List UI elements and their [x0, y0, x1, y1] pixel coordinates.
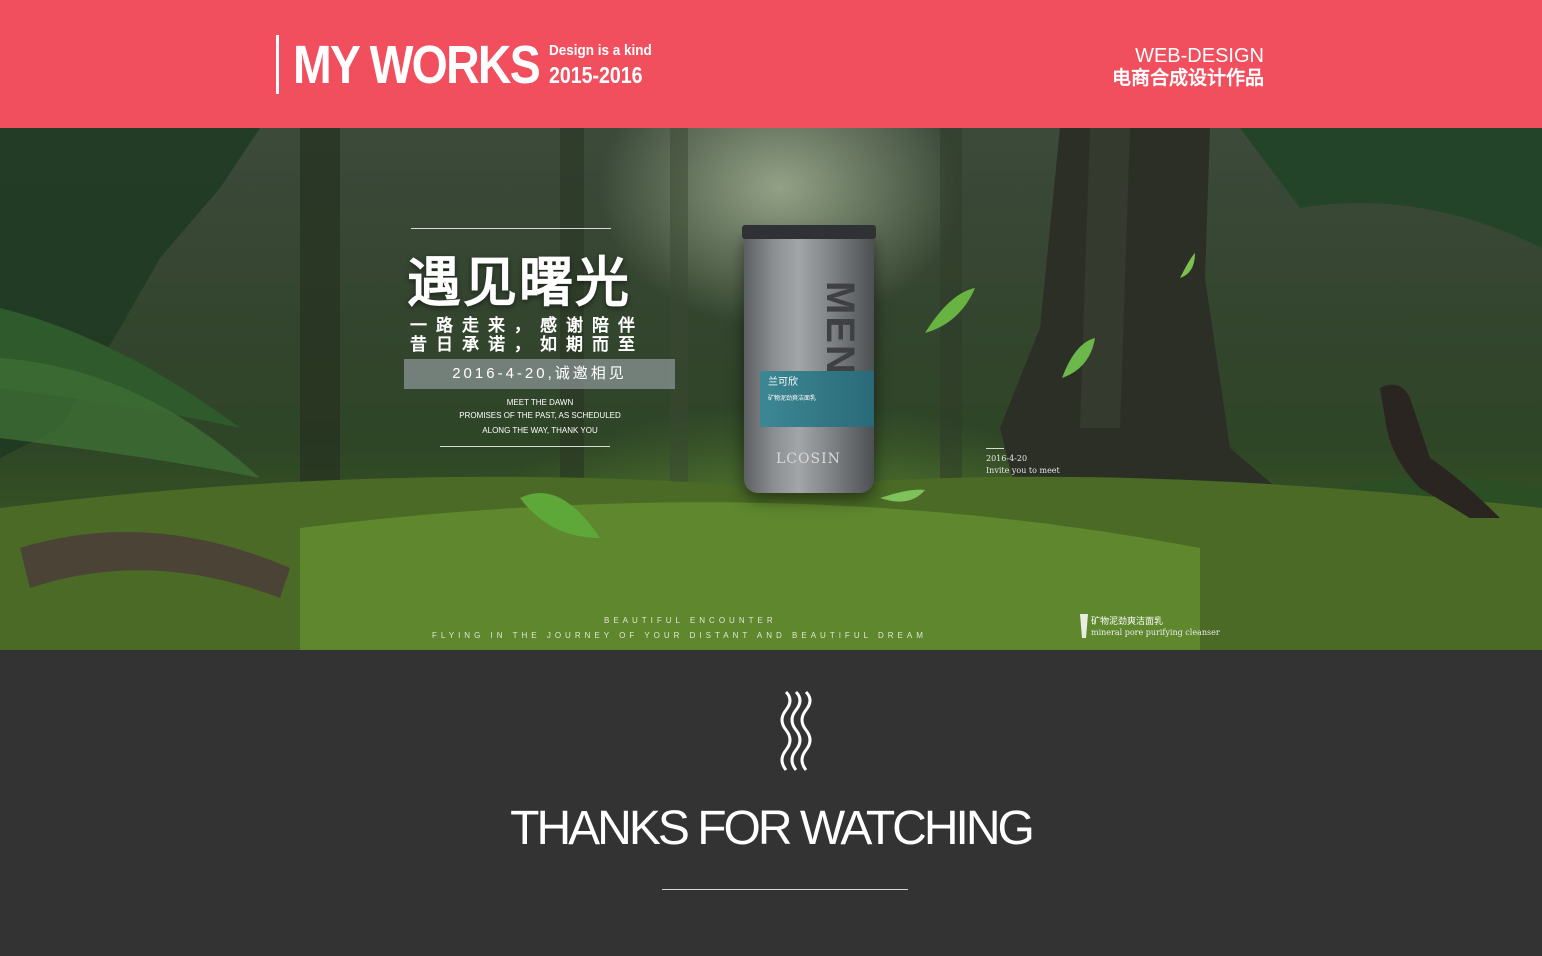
tube-cap [742, 225, 876, 239]
banner-line-2: 昔日承诺，如期而至 [410, 335, 644, 354]
banner-headline: 遇见曙光 [407, 250, 631, 314]
product-banner: 遇见曙光 一路走来，感谢陪伴 昔日承诺，如期而至 2016-4-20,诚邀相见 … [0, 128, 1542, 650]
small-invite: Invite you to meet [986, 466, 1060, 475]
bottom-en-line-2: FLYING IN THE JOURNEY OF YOUR DISTANT AN… [432, 631, 927, 640]
cleanser-en: mineral pore purifying cleanser [1091, 628, 1220, 637]
product-tube: MEN 兰可欣 矿物泥劲爽洁面乳 LCOSIN [742, 225, 876, 493]
tube-brand-cn: 兰可欣 [768, 377, 798, 388]
category-en: WEB-DESIGN [1135, 45, 1264, 67]
banner-line-1: 一路走来，感谢陪伴 [410, 316, 644, 335]
banner-date-box: 2016-4-20,诚邀相见 [404, 359, 675, 389]
top-rule [411, 228, 611, 229]
banner-en-line-3: ALONG THE WAY, THANK YOU [482, 426, 598, 435]
page-title: MY WORKS [293, 35, 541, 95]
thanks-underline [662, 889, 908, 890]
title-divider [276, 35, 279, 94]
small-date: 2016-4-20 [986, 454, 1028, 463]
tube-logo: LCOSIN [776, 451, 841, 467]
wavy-lines-icon [780, 690, 812, 771]
tube-sub-cn: 矿物泥劲爽洁面乳 [768, 396, 817, 402]
cleanser-cn: 矿物泥劲爽洁面乳 [1091, 616, 1164, 626]
bottom-en-line-1: BEAUTIFUL ENCOUNTER [604, 616, 777, 625]
banner-en-line-1: MEET THE DAWN [506, 398, 574, 407]
tagline: Design is a kind [549, 42, 652, 59]
footer: THANKS FOR WATCHING [0, 650, 1542, 956]
banner-en-line-2: PROMISES OF THE PAST, AS SCHEDULED [459, 411, 621, 420]
years: 2015-2016 [549, 62, 643, 88]
thanks-text: THANKS FOR WATCHING [510, 802, 1035, 855]
category-cn: 电商合成设计作品 [1111, 68, 1264, 89]
header-bar: MY WORKS Design is a kind 2015-2016 WEB-… [0, 0, 1542, 128]
bottom-rule [440, 446, 610, 447]
tube-vertical-text: MEN [818, 281, 862, 376]
